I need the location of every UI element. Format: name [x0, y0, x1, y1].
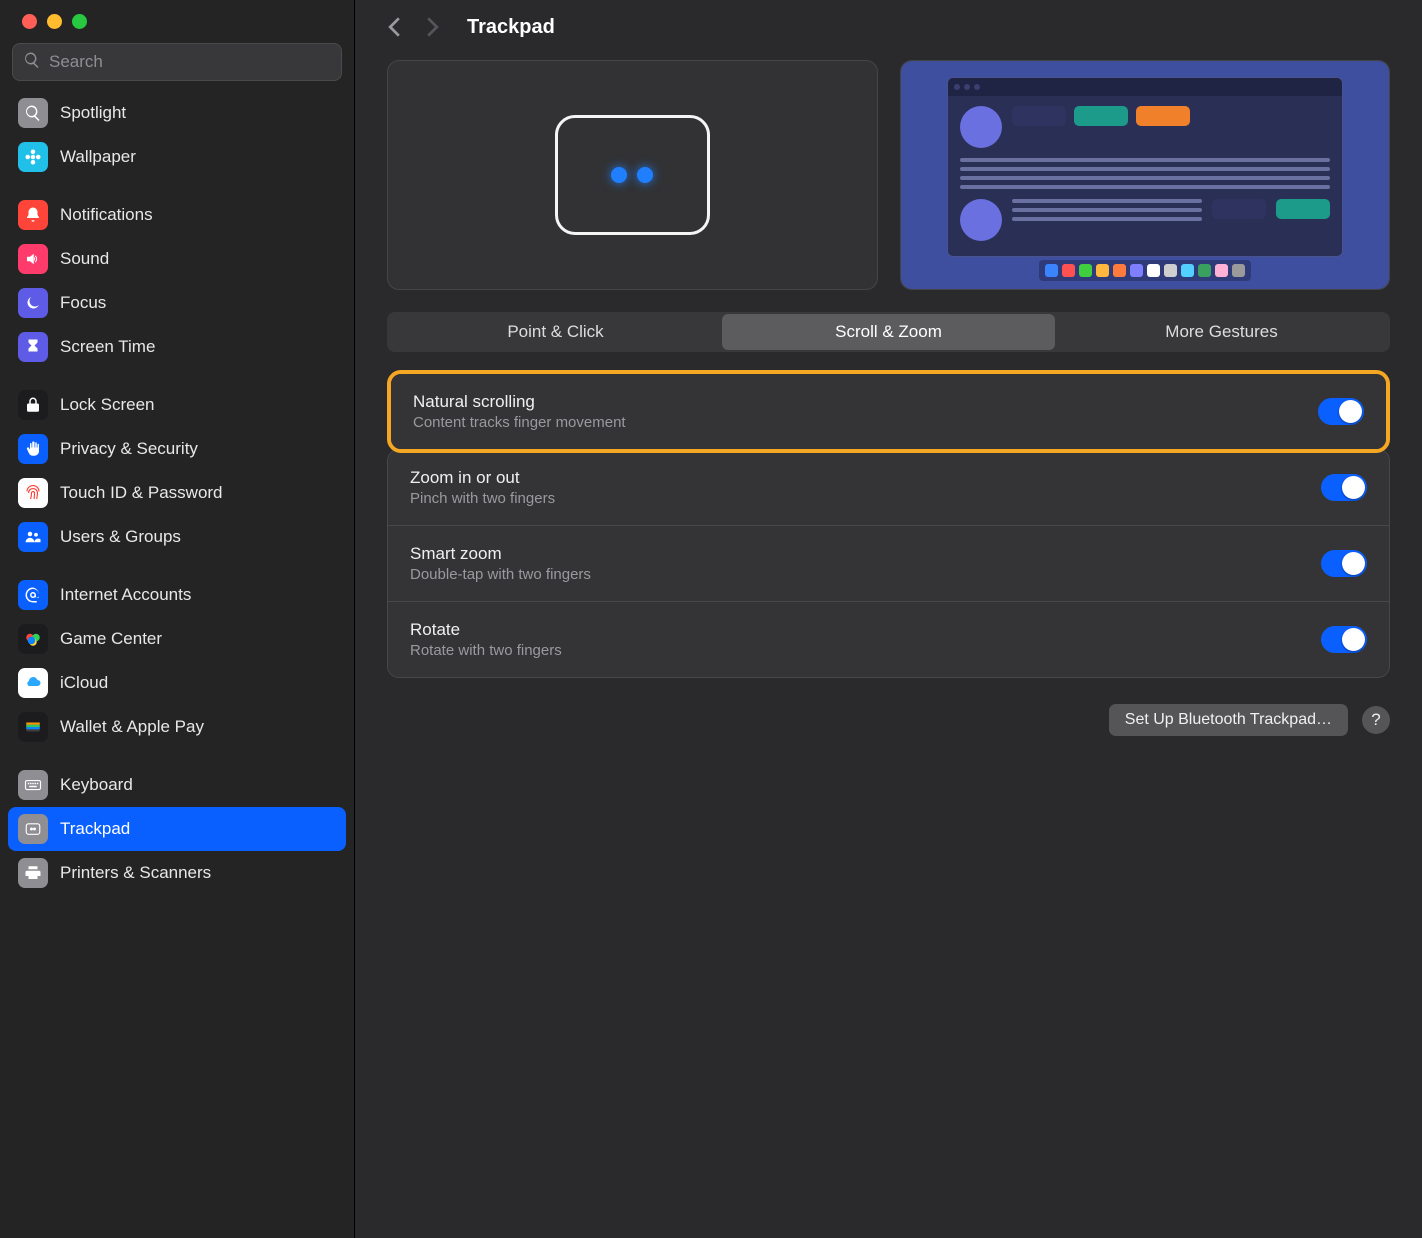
setting-subtitle: Pinch with two fingers	[410, 490, 1321, 507]
sidebar-item-notifications[interactable]: Notifications	[8, 193, 346, 237]
sidebar-item-label: Trackpad	[60, 819, 130, 839]
setting-subtitle: Rotate with two fingers	[410, 642, 1321, 659]
fingerprint-icon	[18, 478, 48, 508]
finger-dot-icon	[637, 167, 653, 183]
search-field[interactable]	[12, 43, 342, 81]
sidebar-item-label: Touch ID & Password	[60, 483, 223, 503]
tab-point-click[interactable]: Point & Click	[389, 314, 722, 350]
desktop-preview	[900, 60, 1391, 290]
sidebar-item-label: Sound	[60, 249, 109, 269]
setup-bluetooth-trackpad-button[interactable]: Set Up Bluetooth Trackpad…	[1109, 704, 1348, 736]
back-button[interactable]	[385, 14, 403, 40]
sidebar-item-icloud[interactable]: iCloud	[8, 661, 346, 705]
sidebar-item-game-center[interactable]: Game Center	[8, 617, 346, 661]
preview-dock-icon	[1039, 260, 1251, 281]
sidebar-item-label: Privacy & Security	[60, 439, 198, 459]
setting-subtitle: Content tracks finger movement	[413, 414, 1318, 431]
sidebar-item-users-groups[interactable]: Users & Groups	[8, 515, 346, 559]
trackpad-icon	[18, 814, 48, 844]
sidebar-item-label: Wallet & Apple Pay	[60, 717, 204, 737]
smart-zoom-toggle[interactable]	[1321, 550, 1367, 577]
sidebar-item-label: Wallpaper	[60, 147, 136, 167]
at-icon	[18, 580, 48, 610]
sidebar-item-label: Focus	[60, 293, 106, 313]
search-icon	[23, 51, 41, 74]
moon-icon	[18, 288, 48, 318]
flower-icon	[18, 142, 48, 172]
main-content: Trackpad	[355, 0, 1422, 1238]
forward-button[interactable]	[423, 14, 441, 40]
hourglass-icon	[18, 332, 48, 362]
search-icon	[18, 98, 48, 128]
sidebar-item-privacy-security[interactable]: Privacy & Security	[8, 427, 346, 471]
setting-title: Natural scrolling	[413, 392, 1318, 412]
setting-subtitle: Double-tap with two fingers	[410, 566, 1321, 583]
close-window-button[interactable]	[22, 14, 37, 29]
sidebar-item-keyboard[interactable]: Keyboard	[8, 763, 346, 807]
help-button[interactable]: ?	[1362, 706, 1390, 734]
sidebar-item-internet-accounts[interactable]: Internet Accounts	[8, 573, 346, 617]
preview-window-icon	[947, 77, 1344, 257]
sidebar-item-label: Keyboard	[60, 775, 133, 795]
lock-icon	[18, 390, 48, 420]
bell-icon	[18, 200, 48, 230]
sidebar-item-screen-time[interactable]: Screen Time	[8, 325, 346, 369]
hand-icon	[18, 434, 48, 464]
sidebar-item-label: Lock Screen	[60, 395, 155, 415]
trackpad-icon	[555, 115, 710, 235]
preview-row	[387, 60, 1390, 290]
keyboard-icon	[18, 770, 48, 800]
cloud-icon	[18, 668, 48, 698]
zoom-in-or-out-toggle[interactable]	[1321, 474, 1367, 501]
setting-title: Zoom in or out	[410, 468, 1321, 488]
tab-scroll-zoom[interactable]: Scroll & Zoom	[722, 314, 1055, 350]
settings-card: Zoom in or out Pinch with two fingers Smar…	[387, 449, 1390, 678]
minimize-window-button[interactable]	[47, 14, 62, 29]
sidebar-item-label: Screen Time	[60, 337, 155, 357]
sidebar-item-label: Spotlight	[60, 103, 126, 123]
sidebar-item-label: Users & Groups	[60, 527, 181, 547]
rotate-toggle[interactable]	[1321, 626, 1367, 653]
wallet-icon	[18, 712, 48, 742]
page-title: Trackpad	[467, 16, 555, 39]
setting-row-zoom-in-or-out: Zoom in or out Pinch with two fingers	[388, 450, 1389, 526]
sidebar-nav: Spotlight Wallpaper Notifications Sound Focu…	[0, 91, 354, 1238]
setting-title: Smart zoom	[410, 544, 1321, 564]
sidebar-item-wallpaper[interactable]: Wallpaper	[8, 135, 346, 179]
sidebar-item-printers-scanners[interactable]: Printers & Scanners	[8, 851, 346, 895]
natural-scrolling-toggle[interactable]	[1318, 398, 1364, 425]
sidebar-item-lock-screen[interactable]: Lock Screen	[8, 383, 346, 427]
search-input[interactable]	[49, 52, 331, 72]
trackpad-gesture-preview	[387, 60, 878, 290]
printer-icon	[18, 858, 48, 888]
sidebar-item-trackpad[interactable]: Trackpad	[8, 807, 346, 851]
users-icon	[18, 522, 48, 552]
sidebar-item-spotlight[interactable]: Spotlight	[8, 91, 346, 135]
sidebar-item-touch-id-password[interactable]: Touch ID & Password	[8, 471, 346, 515]
sidebar-item-focus[interactable]: Focus	[8, 281, 346, 325]
speaker-icon	[18, 244, 48, 274]
sidebar-item-wallet-apple-pay[interactable]: Wallet & Apple Pay	[8, 705, 346, 749]
setting-row-rotate: Rotate Rotate with two fingers	[388, 602, 1389, 677]
sidebar-item-label: Printers & Scanners	[60, 863, 211, 883]
titlebar: Trackpad	[355, 0, 1422, 54]
sidebar-item-sound[interactable]: Sound	[8, 237, 346, 281]
finger-dot-icon	[611, 167, 627, 183]
window-controls	[0, 0, 354, 39]
sidebar-item-label: iCloud	[60, 673, 108, 693]
sidebar-item-label: Game Center	[60, 629, 162, 649]
sidebar: Spotlight Wallpaper Notifications Sound Focu…	[0, 0, 355, 1238]
sidebar-item-label: Internet Accounts	[60, 585, 191, 605]
gamecenter-icon	[18, 624, 48, 654]
sidebar-item-label: Notifications	[60, 205, 153, 225]
setting-title: Rotate	[410, 620, 1321, 640]
tab-bar: Point & ClickScroll & ZoomMore Gestures	[387, 312, 1390, 352]
tab-more-gestures[interactable]: More Gestures	[1055, 314, 1388, 350]
zoom-window-button[interactable]	[72, 14, 87, 29]
setting-row-natural-scrolling: Natural scrolling Content tracks finger m…	[391, 374, 1386, 449]
highlighted-setting: Natural scrolling Content tracks finger m…	[387, 370, 1390, 453]
setting-row-smart-zoom: Smart zoom Double-tap with two fingers	[388, 526, 1389, 602]
